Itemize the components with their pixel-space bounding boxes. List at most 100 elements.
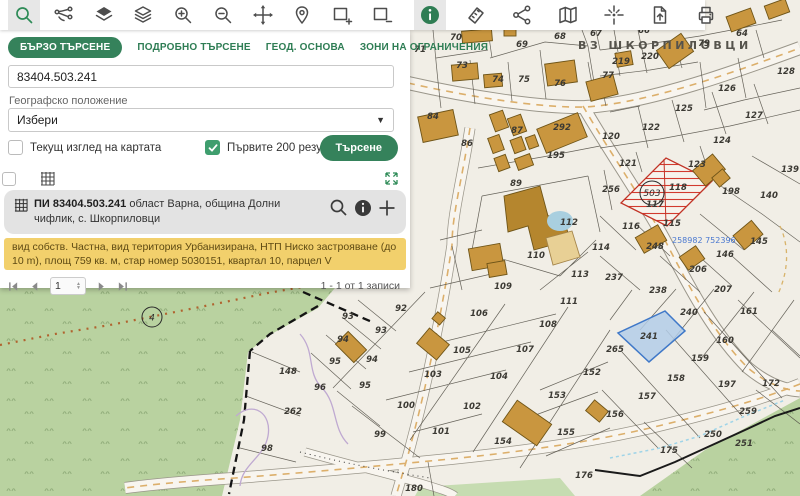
- parcel-number-label: 105: [453, 346, 471, 356]
- first-results-checkbox[interactable]: [205, 140, 220, 155]
- remove-extent-icon: [371, 4, 393, 26]
- parcel-number-label: 161: [740, 307, 758, 317]
- result-info-icon[interactable]: [354, 199, 372, 222]
- measure-button[interactable]: [460, 0, 492, 30]
- page-number-input[interactable]: 1 ▲▼: [50, 277, 86, 295]
- search-panel: БЪРЗО ТЪРСЕНЕ ПОДРОБНО ТЪРСЕНЕ ГЕОД. ОСНОВ…: [0, 30, 410, 288]
- share-button[interactable]: [506, 0, 538, 30]
- parcel-number-label: 110: [527, 251, 545, 261]
- parcel-number-label: 94: [366, 355, 378, 365]
- parcel-number-label: 120: [602, 132, 620, 142]
- page-spinner[interactable]: ▲▼: [76, 282, 81, 290]
- parcel-number-label: 259: [739, 407, 757, 417]
- coordinates-button[interactable]: [598, 0, 630, 30]
- parcel-number-label: 256: [602, 185, 620, 195]
- parcel-number-label: 292: [553, 123, 571, 133]
- result-item[interactable]: ПИ 83404.503.241 област Варна, община До…: [4, 190, 406, 234]
- parcel-number-label: 93: [375, 326, 387, 336]
- parcel-number-label: 74: [492, 75, 504, 85]
- tab-restriction-zones[interactable]: ЗОНИ НА ОГРАНИЧЕНИЯ: [360, 42, 488, 53]
- parcel-number-label: 145: [750, 237, 768, 247]
- tab-quick-search[interactable]: БЪРЗО ТЪРСЕНЕ: [8, 37, 122, 58]
- parcel-number-label: 99: [374, 430, 386, 440]
- parcel-number-label: 76: [554, 79, 566, 89]
- search-icon: [13, 4, 35, 26]
- coordinate-readout: 258982 752396: [672, 236, 736, 245]
- search-button[interactable]: Търсене: [320, 135, 398, 161]
- parcel-number-label: 127: [745, 111, 763, 121]
- page-number-value: 1: [55, 280, 61, 292]
- parcel-number-label: 104: [490, 372, 508, 382]
- pan-button[interactable]: [247, 0, 279, 30]
- area-name-label: ВЗ ШКОРПИЛОВЦИ: [578, 39, 752, 52]
- parcel-number-label: 116: [622, 222, 640, 232]
- parcel-number-label: 79: [698, 39, 710, 49]
- parcel-number-label: 207: [714, 285, 732, 295]
- share-icon: [511, 4, 533, 26]
- parcel-number-label: 106: [470, 309, 488, 319]
- toolbar-right-group: [414, 0, 722, 30]
- parcel-number-label: 139: [781, 165, 799, 175]
- info-button[interactable]: [414, 0, 446, 30]
- parcel-number-label: 115: [663, 219, 681, 229]
- forest-area-number: 4: [149, 314, 155, 324]
- expand-results-icon[interactable]: [385, 172, 398, 190]
- grid-icon: [14, 196, 28, 217]
- current-view-checkbox[interactable]: [8, 140, 23, 155]
- add-extent-button[interactable]: [326, 0, 358, 30]
- select-tool-button[interactable]: [48, 0, 80, 30]
- parcel-number-label: 68: [554, 32, 566, 42]
- first-page-button[interactable]: [8, 281, 19, 292]
- parcel-number-label: 101: [432, 427, 450, 437]
- zoom-out-button[interactable]: [207, 0, 239, 30]
- prev-page-button[interactable]: [29, 281, 40, 292]
- parcel-number-label: 67: [590, 29, 602, 39]
- parcel-number-label: 262: [284, 407, 302, 417]
- parcel-number-label: 64: [736, 29, 748, 39]
- tab-geodetic-base[interactable]: ГЕОД. ОСНОВА: [266, 42, 345, 53]
- parcel-number-label: 153: [548, 391, 566, 401]
- map-sheets-button[interactable]: [552, 0, 584, 30]
- parcel-number-label: 241: [640, 332, 658, 342]
- toolbar-left-group: [2, 0, 404, 30]
- parcel-number-label: 146: [716, 250, 734, 260]
- parcel-number-label: 75: [518, 75, 530, 85]
- pagination-summary: 1 - 1 от 1 записи: [321, 280, 400, 292]
- layers-stack-button[interactable]: [127, 0, 159, 30]
- coordinates-icon: [603, 4, 625, 26]
- tab-detailed-search[interactable]: ПОДРОБНО ТЪРСЕНЕ: [137, 42, 250, 53]
- next-page-button[interactable]: [96, 281, 107, 292]
- locate-icon: [291, 4, 313, 26]
- geo-location-select[interactable]: Избери ▼: [8, 108, 394, 132]
- export-button[interactable]: [644, 0, 676, 30]
- results-header: [2, 171, 402, 187]
- zoom-to-result-icon[interactable]: [329, 198, 348, 222]
- search-input[interactable]: [8, 65, 394, 88]
- parcel-number-label: 87: [511, 126, 523, 136]
- parcel-number-label: 89: [510, 179, 522, 189]
- parcel-number-label: 92: [395, 304, 407, 314]
- parcel-number-label: 94: [337, 335, 349, 345]
- parcel-number-label: 206: [689, 265, 707, 275]
- locate-button[interactable]: [286, 0, 318, 30]
- parcel-number-label: 176: [575, 471, 593, 481]
- parcel-number-label: 128: [777, 67, 795, 77]
- parcel-number-label: 156: [606, 410, 624, 420]
- search-button[interactable]: [8, 0, 40, 30]
- zoom-in-icon: [172, 4, 194, 26]
- print-button[interactable]: [690, 0, 722, 30]
- add-result-icon[interactable]: [378, 199, 396, 222]
- zoom-in-button[interactable]: [167, 0, 199, 30]
- parcel-number-label: 124: [713, 136, 731, 146]
- remove-extent-button[interactable]: [366, 0, 398, 30]
- parcel-number-label: 154: [494, 437, 512, 447]
- geo-location-label: Географско положение: [9, 95, 128, 107]
- search-tabs: БЪРЗО ТЪРСЕНЕ ПОДРОБНО ТЪРСЕНЕ ГЕОД. ОСНОВ…: [8, 35, 406, 59]
- parcel-number-label: 122: [642, 123, 660, 133]
- select-all-checkbox[interactable]: [2, 172, 16, 186]
- chevron-down-icon: ▼: [376, 115, 385, 125]
- layers-button[interactable]: [88, 0, 120, 30]
- layers-stack-icon: [132, 4, 154, 26]
- parcel-number-label: 251: [735, 439, 753, 449]
- last-page-button[interactable]: [117, 281, 128, 292]
